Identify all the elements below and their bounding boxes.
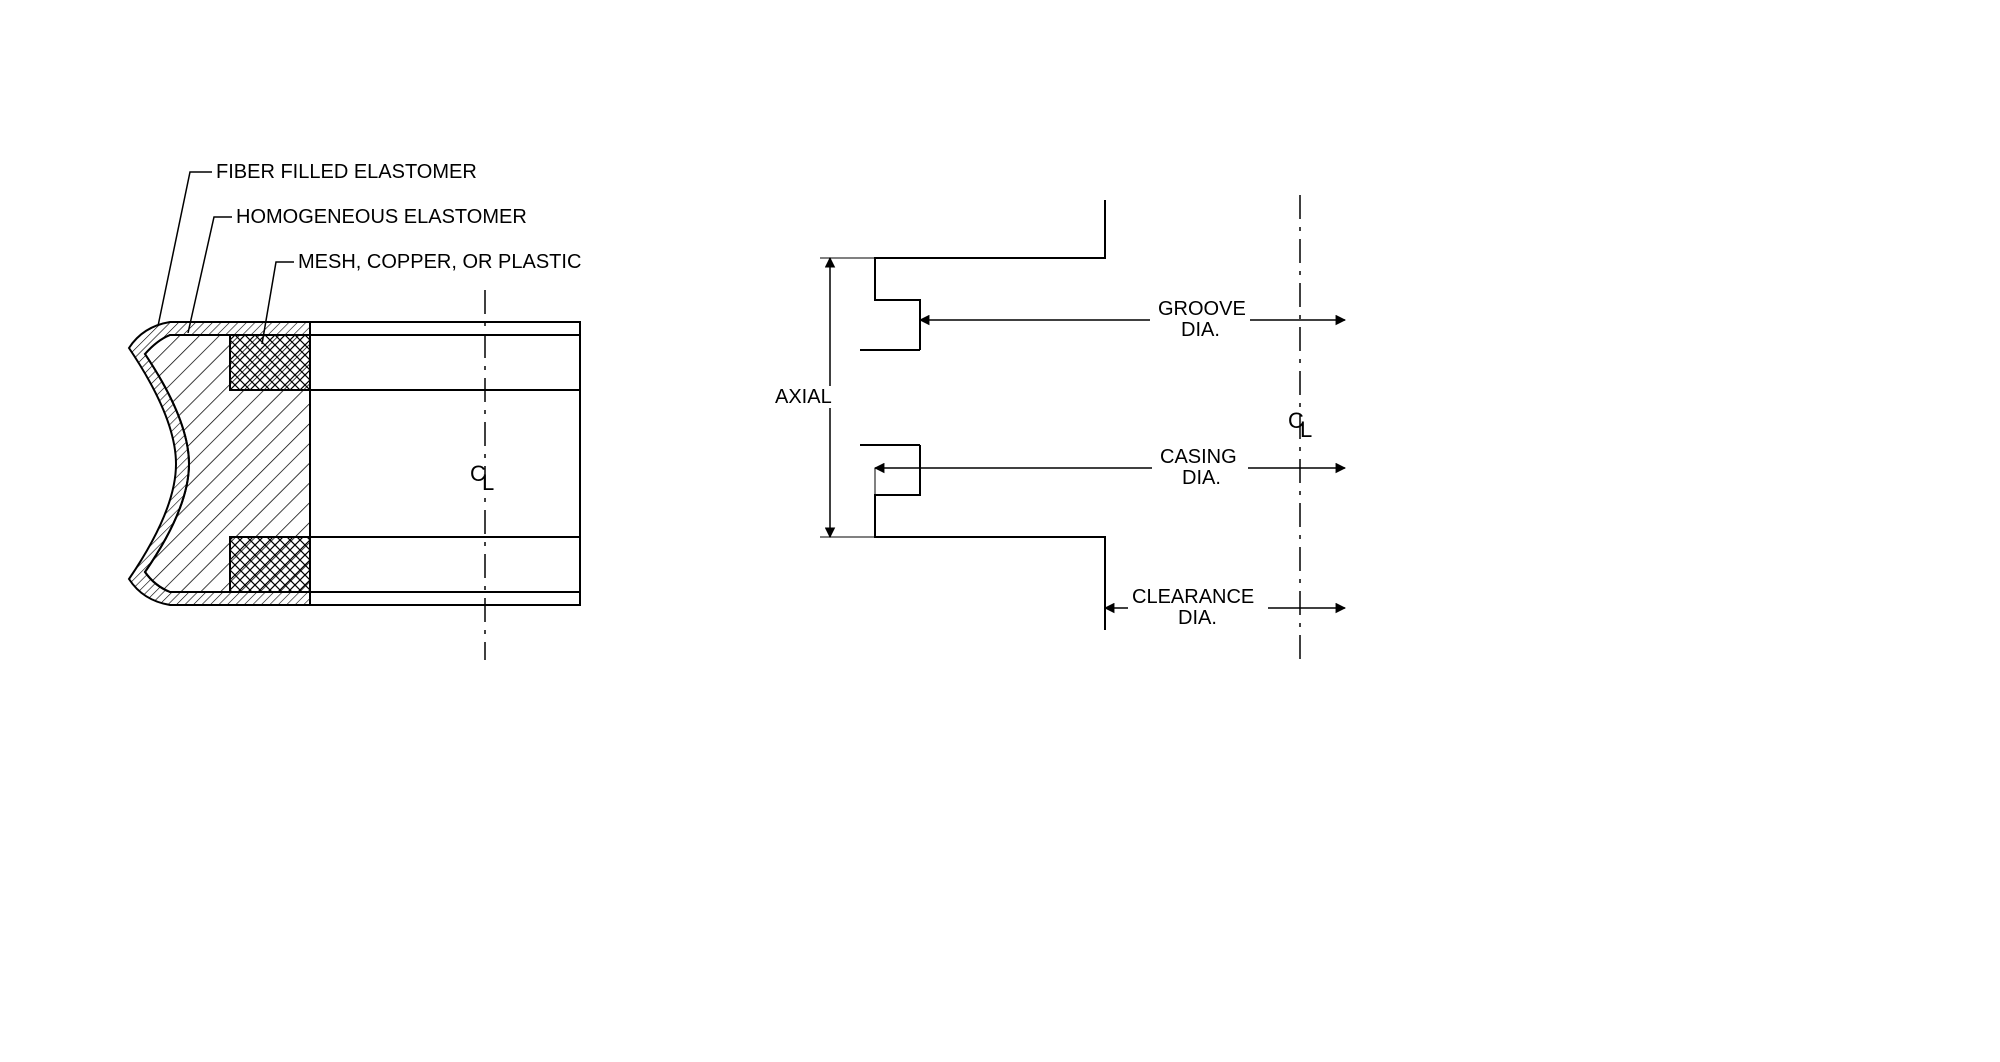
callout-fiber: FIBER FILLED ELASTOMER [216,161,477,183]
dim-clearance: CLEARANCE DIA. [1105,586,1345,629]
cl-l-left: L [482,470,494,495]
label-axial-2: AXIAL [775,386,832,408]
label-casing1: CASING [1160,446,1237,468]
label-casing2: DIA. [1182,467,1221,489]
callout-homogeneous: HOMOGENEOUS ELASTOMER [236,206,527,228]
callout-mesh: MESH, COPPER, OR PLASTIC [298,251,581,273]
bore-tube [310,322,580,605]
label-groove1b: GROOVE [1158,298,1246,320]
label-clearance2: DIA. [1178,607,1217,629]
label-groove2b: DIA. [1181,319,1220,341]
profile-outline [875,200,1105,630]
leader-homogeneous [188,217,232,333]
dim-groove: GROOVE DIA. GROOVE DIA. [920,298,1345,341]
mesh-insert-top [230,335,310,390]
mesh-insert-bottom [230,537,310,592]
label-clearance1: CLEARANCE [1132,586,1254,608]
dim-axial: AXIAL AXIAL [770,258,875,537]
technical-diagram: C L FIBER FILLED ELASTOMER HOMOGENEOUS E… [0,0,2000,1062]
leader-fiber [158,172,212,326]
cl-l-right: L [1300,417,1312,442]
left-figure: C L FIBER FILLED ELASTOMER HOMOGENEOUS E… [129,161,581,660]
cl-symbol-right: C L [1288,408,1312,442]
right-figure: C L AXIAL AXIAL GROOVE DIA. GROOVE DIA. [770,195,1345,665]
dim-casing: CASING DIA. [875,446,1345,495]
